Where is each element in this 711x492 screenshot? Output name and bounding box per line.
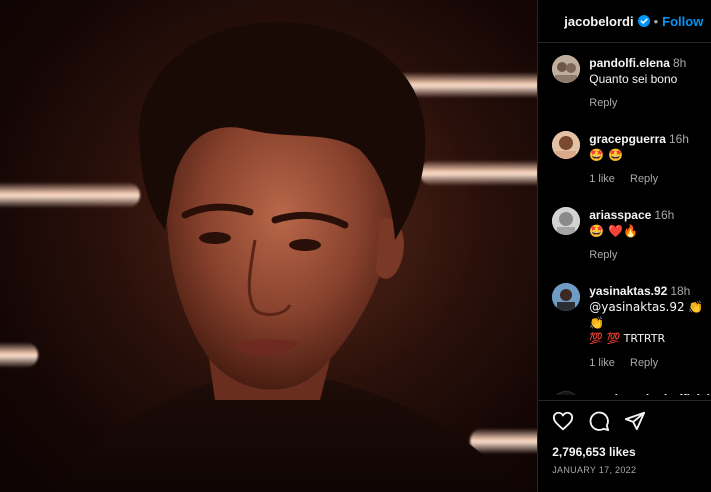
comment-text-line2: 💯 💯 TRTRTR bbox=[589, 332, 666, 345]
comment-username[interactable]: ariasspace bbox=[589, 208, 651, 222]
comment-text: @yasinaktas.92 👏👏 bbox=[589, 300, 704, 330]
post-date[interactable]: JANUARY 17, 2022 bbox=[538, 465, 711, 475]
avatar[interactable] bbox=[552, 283, 581, 311]
heart-icon[interactable] bbox=[552, 410, 574, 432]
avatar[interactable] bbox=[552, 55, 581, 83]
comment-text: 🤩 ❤️🔥 bbox=[589, 224, 638, 238]
comment-meta: Reply bbox=[589, 247, 711, 263]
reply-button[interactable]: Reply bbox=[589, 249, 617, 261]
comment-time: 18h bbox=[670, 284, 691, 298]
comment-username[interactable]: gracepguerra bbox=[589, 132, 666, 146]
comment-item: gracepguerra 16h 🤩 🤩 1 like Reply bbox=[538, 131, 711, 187]
avatar-image-icon bbox=[553, 392, 580, 395]
comment-like-count[interactable]: 1 like bbox=[589, 357, 615, 369]
comments-panel: jacobelordi • Follow pandolfi.elena 8h Qu… bbox=[537, 0, 711, 492]
comment-username[interactable]: yasinaktas.92 bbox=[589, 284, 667, 298]
comment-meta: 1 like Reply bbox=[589, 355, 711, 371]
comment-time: 16h bbox=[668, 132, 689, 146]
avatar-image-icon bbox=[552, 283, 581, 311]
reply-button[interactable]: Reply bbox=[630, 357, 658, 369]
comment-text: 🤩 🤩 bbox=[589, 148, 623, 162]
author-username[interactable]: jacobelordi bbox=[564, 14, 633, 29]
comment-time: 8h bbox=[672, 56, 687, 70]
avatar-image-icon bbox=[552, 131, 581, 159]
reply-button[interactable]: Reply bbox=[589, 97, 617, 109]
follow-button[interactable]: Follow bbox=[662, 14, 703, 29]
avatar[interactable] bbox=[552, 207, 581, 235]
share-icon[interactable] bbox=[624, 410, 646, 432]
verified-badge-icon bbox=[637, 15, 650, 27]
avatar[interactable] bbox=[552, 131, 581, 159]
comment-item: pandolfi.elena 8h Quanto sei bono Reply bbox=[538, 55, 711, 111]
avatar-image-icon bbox=[552, 207, 581, 235]
comment-username[interactable]: pandolfi.elena bbox=[589, 56, 670, 70]
post-photo[interactable] bbox=[0, 0, 538, 492]
comment-meta: 1 like Reply bbox=[589, 171, 711, 187]
comment-meta: Reply bbox=[589, 95, 711, 111]
comment-like-count[interactable]: 1 like bbox=[589, 173, 615, 185]
comment-item: moniquesinghofficial ❤️ bbox=[538, 391, 711, 395]
comments-list[interactable]: pandolfi.elena 8h Quanto sei bono Reply g… bbox=[538, 43, 711, 395]
reply-button[interactable]: Reply bbox=[630, 173, 658, 185]
avatar-image-icon bbox=[552, 55, 581, 83]
comment-icon[interactable] bbox=[588, 410, 610, 432]
action-icons bbox=[538, 407, 711, 435]
comment-username[interactable]: moniquesinghofficial bbox=[589, 392, 710, 395]
like-count[interactable]: 2,796,653 likes bbox=[538, 445, 711, 459]
post-actions: 2,796,653 likes JANUARY 17, 2022 bbox=[538, 400, 711, 475]
comment-time: 16h bbox=[654, 208, 675, 222]
comment-text: Quanto sei bono bbox=[589, 72, 678, 86]
separator-dot: • bbox=[653, 13, 659, 29]
portrait bbox=[60, 21, 520, 492]
post-viewer: jacobelordi • Follow pandolfi.elena 8h Qu… bbox=[0, 0, 711, 492]
comment-item: yasinaktas.92 18h @yasinaktas.92 👏👏 💯 💯 T… bbox=[538, 283, 711, 371]
comment-item: ariasspace 16h 🤩 ❤️🔥 Reply bbox=[538, 207, 711, 263]
post-header: jacobelordi • Follow bbox=[538, 0, 711, 43]
avatar[interactable] bbox=[552, 391, 581, 395]
